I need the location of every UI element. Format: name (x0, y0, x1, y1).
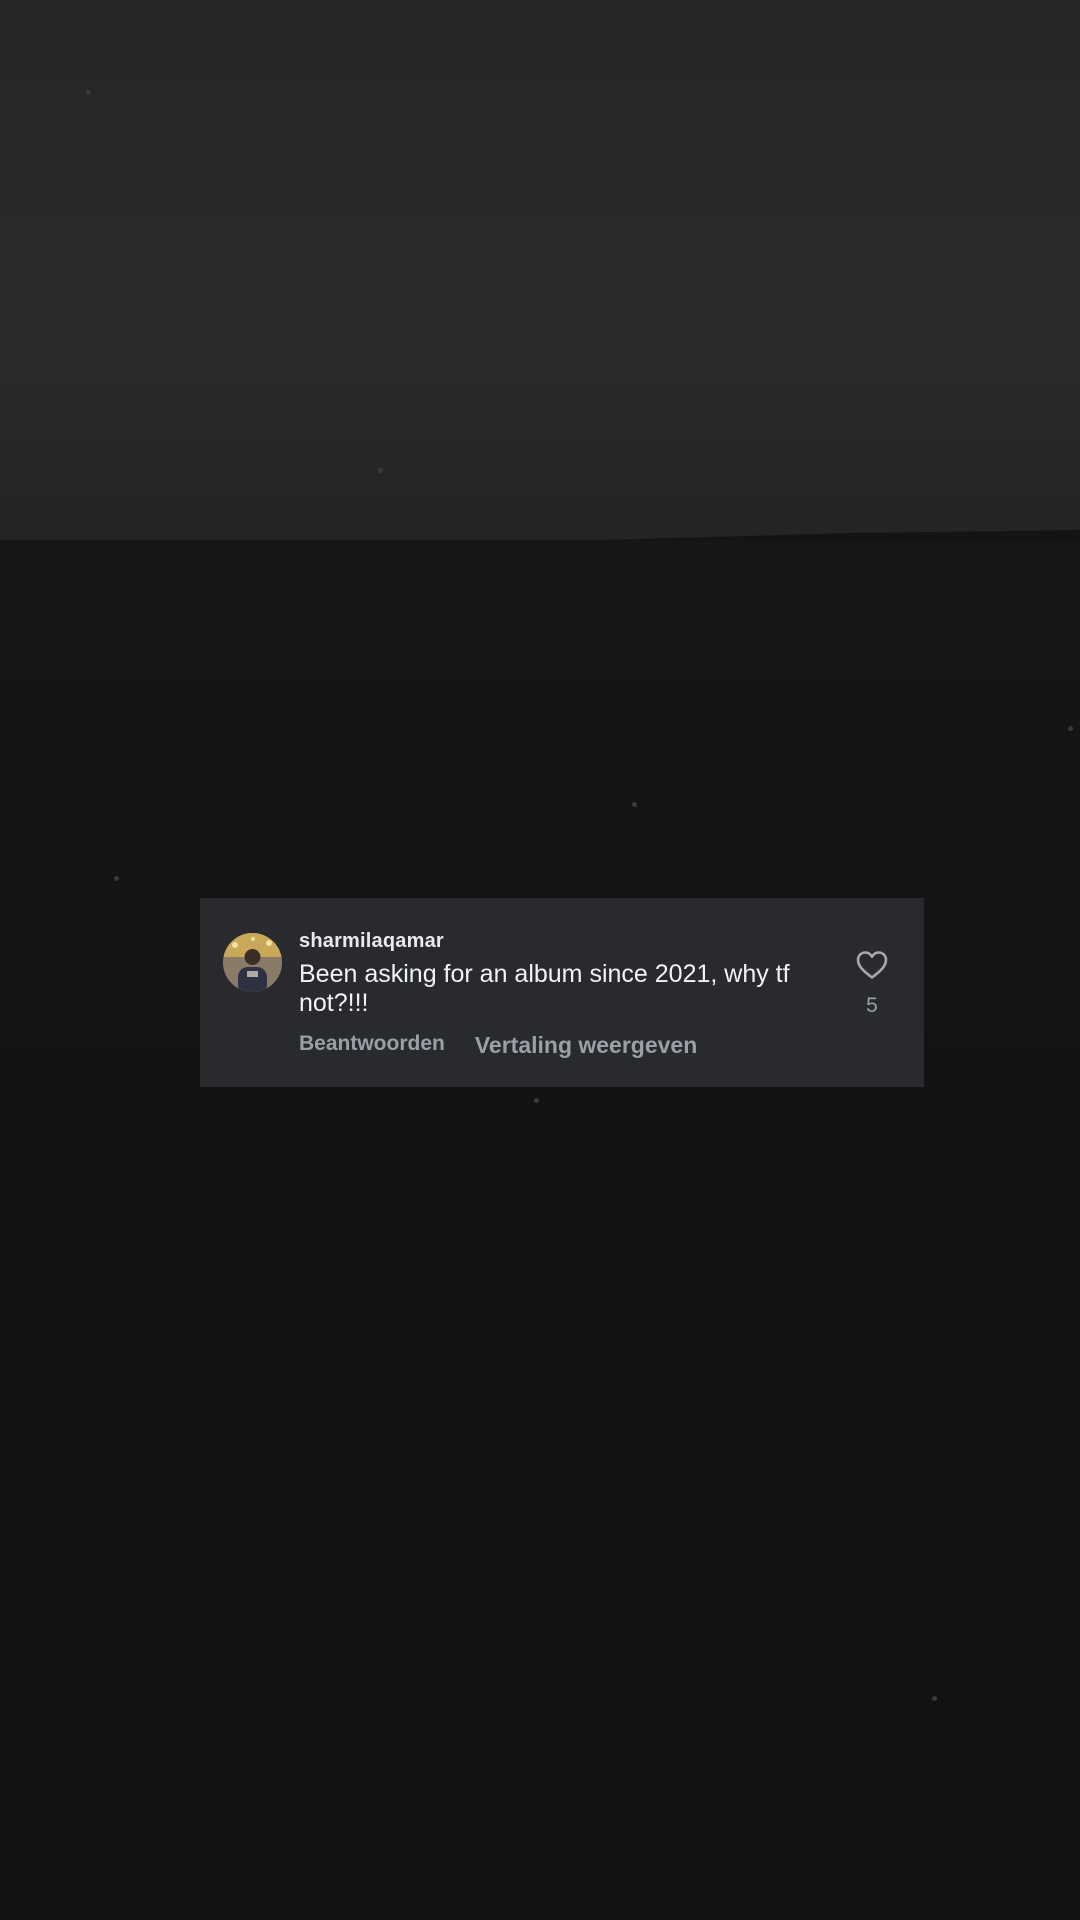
background-speck (632, 802, 637, 807)
background-speck (86, 90, 91, 95)
user-avatar-icon (223, 933, 282, 992)
comment-username[interactable]: sharmilaqamar (299, 930, 444, 953)
background-speck (1068, 726, 1073, 731)
reply-button[interactable]: Beantwoorden (299, 1032, 445, 1059)
background-lower-panel (0, 540, 1080, 1920)
background-speck (534, 1098, 539, 1103)
like-count: 5 (866, 994, 878, 1017)
comment-card[interactable]: sharmilaqamar Been asking for an album s… (200, 898, 924, 1087)
background-upper-panel (0, 0, 1080, 557)
comment-text: Been asking for an album since 2021, why… (299, 960, 790, 1017)
show-translation-button[interactable]: Vertaling weergeven (475, 1032, 697, 1059)
background-speck (378, 468, 383, 473)
background-speck (114, 876, 119, 881)
heart-outline-icon[interactable] (856, 950, 888, 980)
background-speck (932, 1696, 937, 1701)
comment-actions: Beantwoorden Vertaling weergeven (299, 1032, 697, 1059)
like-control: 5 (840, 950, 904, 1018)
avatar[interactable] (223, 933, 282, 992)
